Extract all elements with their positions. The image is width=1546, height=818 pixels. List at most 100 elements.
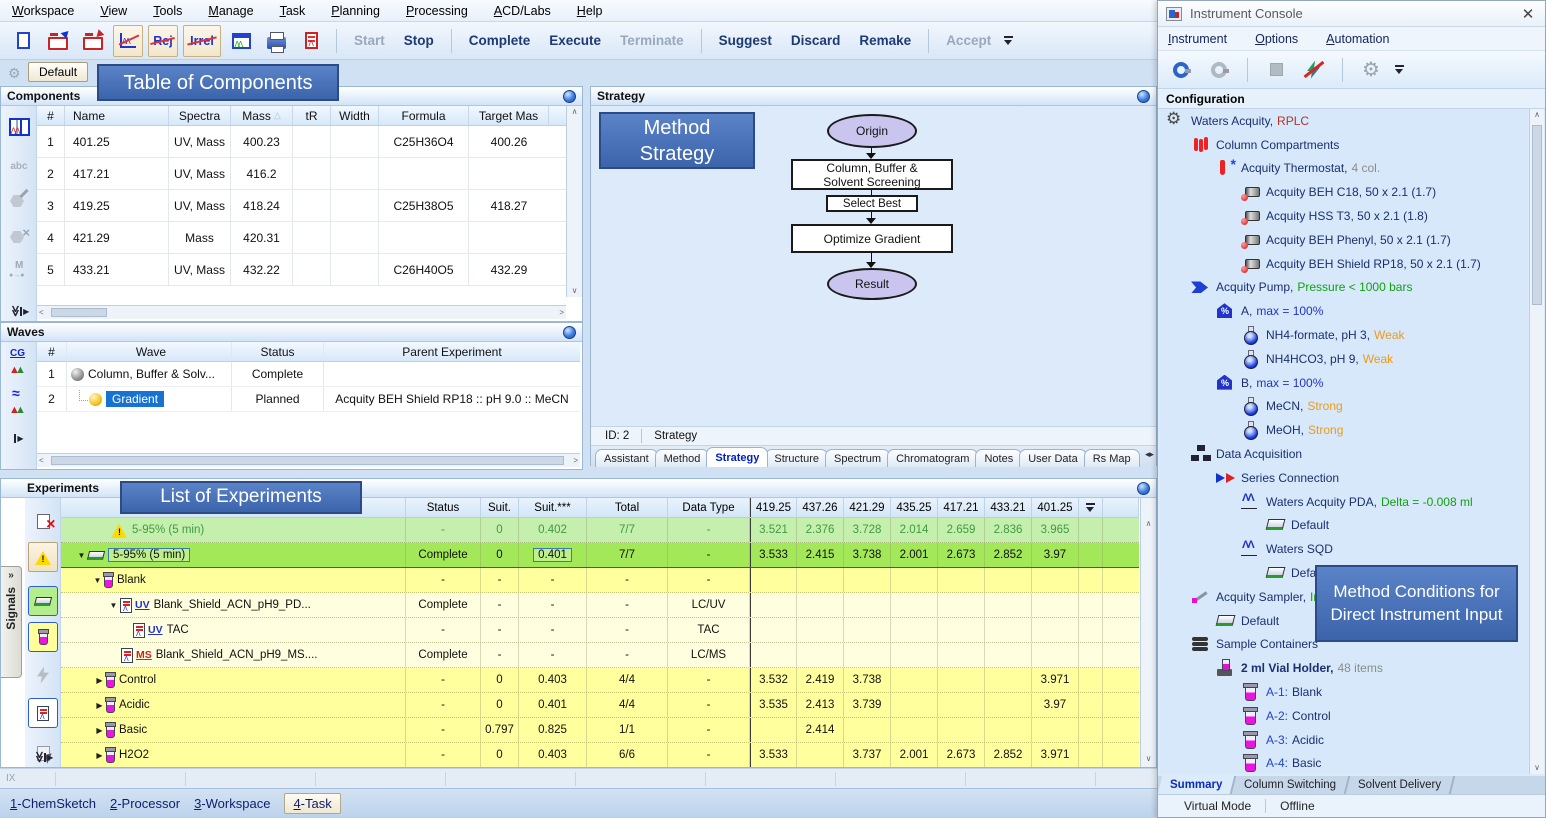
collapse-panel-button[interactable] [4,303,34,319]
col-num[interactable]: # [37,106,65,125]
menu-view[interactable]: View [100,4,127,18]
delete-structure-button[interactable] [4,222,34,252]
collapse-arrow-icon[interactable] [107,601,120,610]
delete-experiment-button[interactable] [28,506,58,536]
expand-panel-button[interactable] [4,430,34,446]
menu-automation[interactable]: Automation [1326,32,1389,46]
col-status[interactable]: Status [406,498,481,517]
experiment-row[interactable]: UVTAC ----TAC [61,618,1139,643]
stop-button[interactable]: Stop [397,33,441,48]
menu-help[interactable]: Help [577,4,603,18]
disconnect-button[interactable] [1204,54,1234,86]
tab-strategy[interactable]: Strategy [706,447,768,467]
menu-processing[interactable]: Processing [406,4,468,18]
tree-item-solvent[interactable]: NH4HCO3, pH 9,Weak [1160,347,1528,371]
console-settings-button[interactable] [1356,54,1386,86]
tab-scroll-arrows[interactable]: ◂▸ [1145,449,1154,460]
col-437[interactable]: 437.26 [797,498,844,517]
menu-instrument[interactable]: Instrument [1168,32,1227,46]
tab-method[interactable]: Method [655,449,710,467]
print-button[interactable] [261,25,291,57]
connect-button[interactable] [1166,54,1196,86]
tree-item-solvent[interactable]: MeOH,Strong [1160,418,1528,442]
col-435[interactable]: 435.25 [891,498,938,517]
col-width[interactable]: Width [331,106,379,125]
taskbar-task[interactable]: 4-Task [284,793,340,814]
collapse-arrow-icon[interactable] [75,551,88,560]
tree-item-channel-a[interactable]: A,max = 100% [1160,299,1528,323]
wave-row[interactable]: 1 Column, Buffer & Solv... Complete [37,362,580,387]
col-401[interactable]: 401.25 [1032,498,1079,517]
close-icon[interactable]: ✕ [1519,5,1537,23]
col-formula[interactable]: Formula [379,106,469,125]
tree-item-thermostat[interactable]: Acquity Thermostat,4 col. [1160,157,1528,181]
collapse-panel-button[interactable] [28,749,58,765]
col-433[interactable]: 433.21 [985,498,1032,517]
col-target-mass[interactable]: Target Mas [469,106,549,125]
flow-node-result[interactable]: Result [827,268,917,300]
table-report-button[interactable] [226,25,256,57]
import-button[interactable] [78,25,108,57]
tree-item-instrument[interactable]: Waters Acquity,RPLC [1160,109,1528,133]
flow-node-origin[interactable]: Origin [827,114,917,148]
experiment-row[interactable]: Acidic -00.4014/4-3.5352.4133.7393.97 [61,693,1139,718]
col-419[interactable]: 419.25 [750,498,797,517]
globe-icon[interactable] [1137,482,1150,495]
terminate-button[interactable]: Terminate [613,33,691,48]
hide-rejected-toggle[interactable]: Rej [148,25,178,57]
col-suit[interactable]: Suit. [481,498,519,517]
pdf-report-button[interactable] [296,25,326,57]
mass-convert-button[interactable] [4,256,34,286]
col-suit-stars[interactable]: Suit.*** [519,498,587,517]
experiment-row[interactable]: Basic -0.7970.8251/1-2.414 [61,718,1139,743]
tab-user-data[interactable]: User Data [1019,449,1087,467]
tab-solvent-delivery[interactable]: Solvent Delivery [1346,776,1456,794]
experiment-row[interactable]: Blank ----- [61,568,1139,593]
experiment-row[interactable]: UVBlank_Shield_ACN_pH9_PD... Complete---… [61,593,1139,618]
tree-item-pump[interactable]: Acquity Pump,Pressure < 1000 bars [1160,276,1528,300]
hide-irrelevant-toggle[interactable]: Irrel [183,25,221,57]
show-chromatograms-toggle[interactable] [28,698,58,728]
col-wave[interactable]: Wave [67,342,232,361]
tree-item-vial[interactable]: A-3:Acidic [1160,728,1528,752]
tree-item-pda-detector[interactable]: Waters Acquity PDA,Delta = -0.008 ml [1160,490,1528,514]
taskbar-processor[interactable]: 2-Processor [110,796,180,811]
col-total[interactable]: Total [587,498,668,517]
experiment-row-selected[interactable]: 5-95% (5 min) Complete00.4017/7-3.5332.4… [61,543,1139,568]
accept-button[interactable]: Accept [939,33,998,48]
tab-summary[interactable]: Summary [1158,776,1237,794]
tree-item-solvent[interactable]: MeCN,Strong [1160,395,1528,419]
menu-planning[interactable]: Planning [331,4,380,18]
signals-side-tab[interactable]: » Signals [1,566,22,678]
tab-structure[interactable]: Structure [765,449,828,467]
tree-item-column[interactable]: Acquity BEH Shield RP18, 50 x 2.1 (1.7) [1160,252,1528,276]
globe-icon[interactable] [1137,90,1150,103]
taskbar-workspace[interactable]: 3-Workspace [194,796,270,811]
components-table-button[interactable] [4,112,34,142]
experiment-row[interactable]: H2O2 -00.4036/6-3.5333.7372.0012.6732.85… [61,743,1139,767]
tree-item-column[interactable]: Acquity BEH Phenyl, 50 x 2.1 (1.7) [1160,228,1528,252]
show-warnings-toggle[interactable] [28,542,58,572]
tree-item-vial-holder[interactable]: 2 ml Vial Holder,48 items [1160,656,1528,680]
tree-item-series-connection[interactable]: Series Connection [1160,466,1528,490]
stop-run-button[interactable] [1261,54,1291,86]
tab-rs-map[interactable]: Rs Map [1084,449,1140,467]
menu-tools[interactable]: Tools [153,4,182,18]
col-417[interactable]: 417.21 [938,498,985,517]
tab-assistant[interactable]: Assistant [595,449,658,467]
tab-chromatogram[interactable]: Chromatogram [887,449,978,467]
taskbar-chemsketch[interactable]: 1-ChemSketch [10,796,96,811]
suggest-button[interactable]: Suggest [712,33,779,48]
table-row[interactable]: 2417.21UV, Mass416.2 [37,158,566,190]
show-samples-toggle[interactable] [28,622,58,652]
col-name[interactable]: Name [65,106,169,125]
remake-button[interactable]: Remake [852,33,918,48]
signals-toggle[interactable] [28,660,58,690]
flow-node-optimize-gradient[interactable]: Optimize Gradient [791,224,953,253]
menu-manage[interactable]: Manage [208,4,253,18]
menu-options[interactable]: Options [1255,32,1298,46]
tree-item-vial[interactable]: A-4:Basic [1160,752,1528,774]
flow-node-screening[interactable]: Column, Buffer & Solvent Screening [791,159,953,190]
col-parent-experiment[interactable]: Parent Experiment [324,342,580,361]
tree-item-data-acquisition[interactable]: Data Acquisition [1160,442,1528,466]
